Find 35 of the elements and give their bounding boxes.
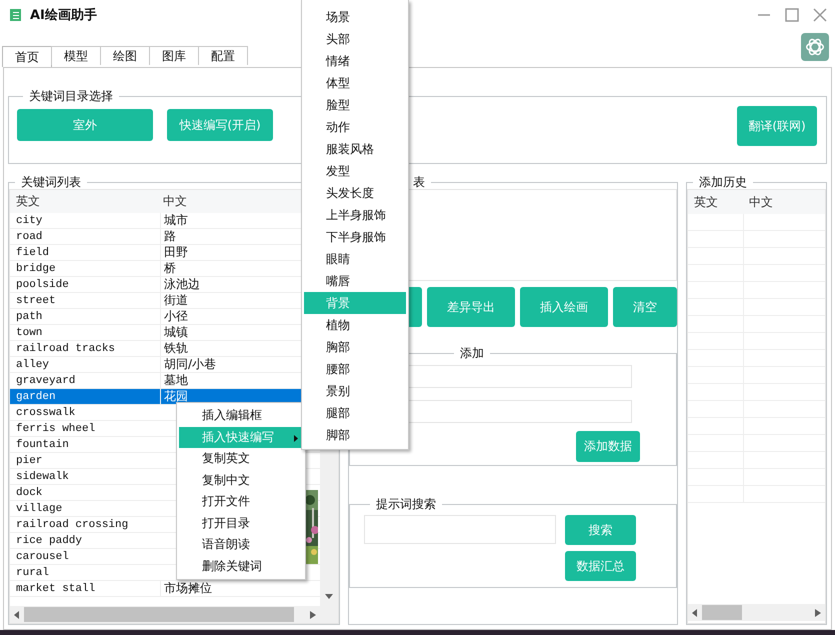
column-header: 英文 <box>693 194 719 210</box>
column-header: 中文 <box>748 194 774 210</box>
table-cell-text: dock <box>15 486 44 498</box>
table-cell-text: railroad crossing <box>15 518 130 530</box>
table-cell-text: rice paddy <box>15 534 84 546</box>
table-cell-text: town <box>15 326 44 338</box>
column-header: 中文 <box>162 193 188 210</box>
table-cell-text: fountain <box>15 438 70 450</box>
table-cell-text: poolside <box>15 278 70 290</box>
table-cell-text: pier <box>15 454 44 466</box>
table-cell-text: sidewalk <box>15 470 70 482</box>
group-title: 关键词列表 <box>20 175 82 189</box>
group-title: 添加 <box>459 346 485 360</box>
group-title: 表 <box>412 175 426 189</box>
table-cell-text: market stall <box>15 582 96 594</box>
table-cell-text: carousel <box>15 550 70 562</box>
table-cell-text: village <box>15 502 64 514</box>
group-title: 关键词目录选择 <box>28 89 114 103</box>
group-title: 提示词搜索 <box>375 497 437 511</box>
table-cell-text: city <box>15 214 44 226</box>
table-cell-text: crosswalk <box>15 406 76 418</box>
table-cell-text: railroad tracks <box>15 342 116 354</box>
table-cell-text: ferris wheel <box>15 422 96 434</box>
table-cell-text: street <box>15 294 57 306</box>
table-cell-text: graveyard <box>15 374 76 386</box>
column-header: 英文 <box>15 193 41 210</box>
table-cell-text: alley <box>15 358 50 370</box>
group-title: 添加历史 <box>698 175 748 189</box>
table-cell-text: garden <box>15 390 57 402</box>
table-cell-text: rural <box>15 566 50 578</box>
window-title: AI绘画助手 <box>30 6 97 24</box>
table-cell-text: field <box>15 246 50 258</box>
table-cell-text: bridge <box>15 262 57 274</box>
table-cell-text: road <box>15 230 44 242</box>
table-cell-text: path <box>15 310 44 322</box>
